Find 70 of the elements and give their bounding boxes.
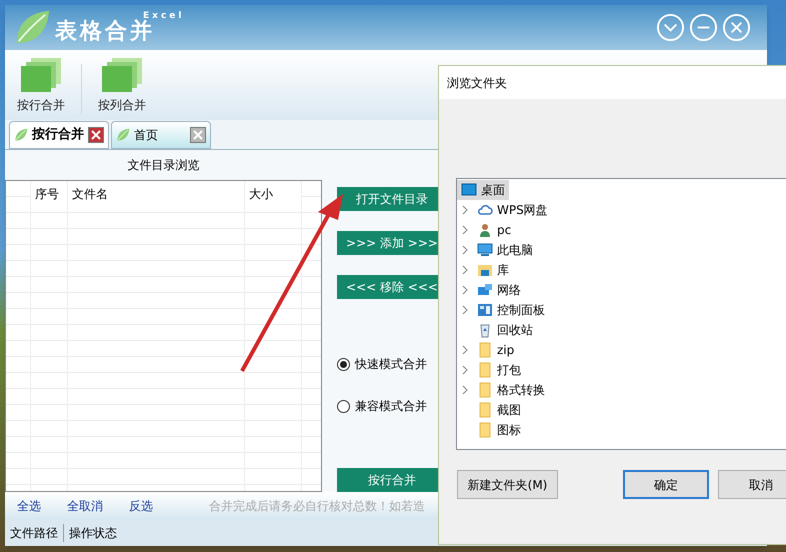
notice-text: 合并完成后请务必自行核对总数！如若造	[209, 498, 425, 515]
radio-button[interactable]	[337, 358, 350, 370]
folder-icon	[477, 342, 493, 358]
folder-icon	[477, 422, 493, 438]
toolbar-button[interactable]: 按列合并	[98, 56, 146, 114]
library-icon	[477, 262, 493, 278]
chevron-down-icon[interactable]	[656, 13, 685, 42]
radio-label: 兼容模式合并	[355, 398, 427, 415]
tab[interactable]: 首页	[111, 121, 211, 149]
toolbar-button[interactable]: 按行合并	[17, 56, 65, 114]
tree-label: 网络	[497, 282, 521, 299]
status-text: 文件路径	[5, 524, 64, 542]
close-icon[interactable]	[190, 127, 206, 143]
tree-item[interactable]: 回收站	[457, 320, 786, 340]
section-title: 文件目录浏览	[128, 157, 200, 174]
dialog-button[interactable]: 确定	[623, 470, 709, 499]
tree-label: 库	[497, 262, 509, 279]
user-icon	[477, 222, 493, 238]
radio-button[interactable]	[337, 400, 350, 412]
leaf-icon	[14, 128, 28, 142]
tree-item[interactable]: pc	[457, 220, 786, 240]
tree-item[interactable]: 桌面	[457, 180, 509, 200]
column-header: 大小	[249, 186, 273, 203]
tree-item[interactable]: 截图	[457, 400, 786, 420]
tree-item[interactable]: 网络	[457, 280, 786, 300]
tree-label: 此电脑	[497, 242, 533, 259]
tree-label: 图标	[497, 422, 521, 439]
logo-subtitle: Excel	[143, 12, 184, 21]
folder-icon	[477, 382, 493, 398]
radio-label: 快速模式合并	[355, 356, 427, 373]
folder-icon	[477, 402, 493, 418]
tree-label: 打包	[497, 362, 521, 379]
tree-item[interactable]: zip	[457, 340, 786, 360]
minimize-icon[interactable]	[689, 13, 718, 42]
status-text: 操作状态	[68, 525, 118, 542]
tree-item[interactable]: 控制面板	[457, 300, 786, 320]
dialog-button[interactable]: 新建文件夹(M)	[457, 470, 558, 499]
logo-title: 表格合并	[55, 21, 156, 43]
folder-icon	[477, 362, 493, 378]
tree-label: 桌面	[481, 182, 505, 199]
link[interactable]: 反选	[129, 497, 153, 515]
tree-item[interactable]: WPS网盘	[457, 200, 786, 220]
monitor-icon	[477, 242, 493, 258]
tab-label: 按行合并	[32, 126, 84, 144]
control-panel-icon	[477, 302, 493, 318]
tree-label: WPS网盘	[497, 202, 548, 219]
tree-item[interactable]: 格式转换	[457, 380, 786, 400]
link[interactable]: 全取消	[67, 497, 103, 515]
desktop-icon	[461, 182, 477, 198]
close-icon[interactable]	[88, 127, 104, 143]
tree-label: 控制面板	[497, 302, 545, 319]
tree-item[interactable]: 库	[457, 260, 786, 280]
tree-label: zip	[497, 342, 514, 359]
link[interactable]: 全选	[17, 497, 41, 515]
tree-label: 回收站	[497, 322, 533, 339]
dialog-title: 浏览文件夹	[447, 74, 507, 92]
column-header: 序号	[35, 186, 59, 203]
cloud-icon	[477, 202, 493, 218]
column-header: 文件名	[72, 186, 108, 203]
dialog-button[interactable]: 取消	[718, 470, 786, 499]
tree-label: pc	[497, 222, 512, 239]
tab[interactable]: 按行合并	[9, 121, 109, 149]
tree-item[interactable]: 打包	[457, 360, 786, 380]
tab-label: 首页	[134, 127, 159, 144]
tree-label: 截图	[497, 402, 521, 419]
tree-item[interactable]: 图标	[457, 420, 786, 440]
tree-item[interactable]: 此电脑	[457, 240, 786, 260]
network-icon	[477, 282, 493, 298]
tree-label: 格式转换	[497, 382, 545, 399]
leaf-icon	[116, 128, 130, 142]
